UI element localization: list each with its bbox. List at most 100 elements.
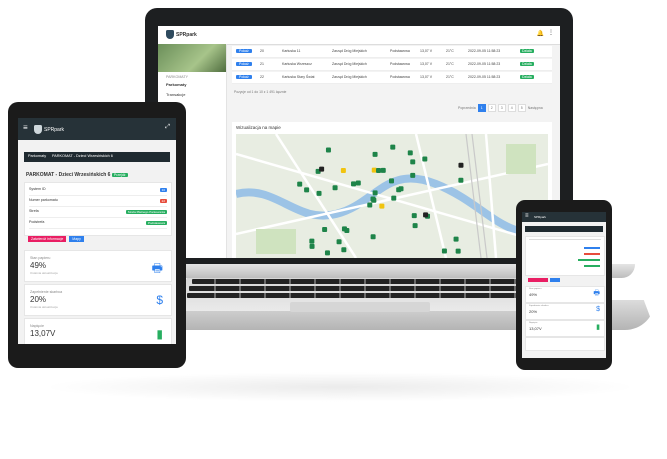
- field-row: Strefa Strefa Płatnego Parkowania: [29, 209, 167, 218]
- stat-card-vault: Zapełnienie skarbca 20% $: [525, 303, 605, 320]
- field-label: Numer parkomatu: [29, 198, 58, 202]
- map-marker[interactable]: [370, 234, 376, 240]
- cell-id: 22: [260, 75, 264, 79]
- battery-icon: ▮: [156, 327, 163, 341]
- map-marker[interactable]: [441, 248, 447, 254]
- field-value: 22: [159, 199, 167, 203]
- confirm-button[interactable]: [528, 278, 548, 282]
- stat-value: 13,07V: [529, 326, 542, 331]
- map-marker[interactable]: [309, 238, 315, 244]
- map-marker[interactable]: [367, 202, 373, 208]
- stat-label: Stan papieru: [30, 256, 51, 260]
- map-marker[interactable]: [379, 203, 385, 209]
- dollar-icon: $: [596, 306, 600, 313]
- stat-value: 49%: [529, 292, 538, 297]
- sidebar-section-label: PARKOMATY: [166, 75, 189, 79]
- map-marker[interactable]: [319, 166, 325, 172]
- map-marker[interactable]: [391, 195, 397, 201]
- map-view[interactable]: [236, 134, 548, 258]
- cell-date: 2022-09-05 11:58:23: [468, 75, 501, 79]
- map-marker[interactable]: [390, 144, 396, 150]
- field-value: Podstawowa: [145, 221, 167, 225]
- field-label: System ID: [29, 187, 46, 191]
- stat-card-empty: [525, 337, 605, 351]
- field-pill: [584, 253, 600, 255]
- map-marker[interactable]: [355, 180, 361, 186]
- table-row: Pokaż 20 Kartuska 11 Zarząd Dróg Miejski…: [232, 46, 552, 58]
- map-marker[interactable]: [316, 190, 322, 196]
- page-link[interactable]: 1: [477, 104, 486, 112]
- device-shadow: [40, 372, 640, 402]
- map-marker[interactable]: [422, 156, 428, 162]
- map-marker[interactable]: [411, 213, 417, 219]
- map-marker[interactable]: [351, 181, 357, 187]
- menu-icon[interactable]: ⋮: [548, 29, 554, 36]
- map-marker[interactable]: [336, 239, 342, 245]
- title-badge[interactable]: Przejdź: [111, 173, 128, 177]
- map-marker[interactable]: [309, 243, 315, 249]
- map-marker[interactable]: [458, 177, 464, 183]
- hamburger-icon[interactable]: ≡: [23, 123, 28, 132]
- page-link[interactable]: 4: [507, 104, 516, 112]
- map-marker[interactable]: [407, 150, 413, 156]
- cell-date: 2022-09-05 11:58:23: [468, 62, 501, 66]
- map-marker[interactable]: [423, 212, 429, 218]
- breadcrumb-item[interactable]: PARKOMAT - Dzieci Wrzesińskich 6: [52, 154, 113, 158]
- sidebar-item-parkomaty[interactable]: Parkomaty: [166, 82, 186, 87]
- map-marker[interactable]: [453, 236, 459, 242]
- map-marker[interactable]: [324, 250, 330, 256]
- page-link[interactable]: 3: [497, 104, 506, 112]
- map-marker[interactable]: [340, 168, 346, 174]
- prev-page-link[interactable]: Poprzednia: [458, 106, 476, 110]
- cell-status: Podstawowa: [390, 49, 410, 53]
- map-marker[interactable]: [371, 167, 377, 173]
- map-marker[interactable]: [322, 227, 328, 233]
- show-button[interactable]: Pokaż: [236, 62, 252, 66]
- map-marker[interactable]: [398, 186, 404, 192]
- page-link[interactable]: 5: [517, 104, 526, 112]
- breadcrumb-item[interactable]: Parkomaty: [28, 154, 46, 158]
- map-marker[interactable]: [325, 147, 331, 153]
- map-marker[interactable]: [341, 247, 347, 253]
- confirm-button[interactable]: Zatwierdź informacje: [28, 236, 67, 242]
- map-marker[interactable]: [370, 196, 376, 202]
- map-marker[interactable]: [458, 162, 464, 168]
- shield-icon: [166, 30, 174, 39]
- show-button[interactable]: Pokaż: [236, 49, 252, 53]
- field-value: Strefa Płatnego Parkowania: [125, 210, 167, 214]
- map-marker[interactable]: [455, 248, 461, 254]
- map-button[interactable]: [550, 278, 560, 282]
- map-marker[interactable]: [376, 167, 382, 173]
- map-marker[interactable]: [332, 185, 338, 191]
- map-marker[interactable]: [412, 223, 418, 229]
- map-marker[interactable]: [372, 151, 378, 157]
- map-marker[interactable]: [388, 178, 394, 184]
- sidebar-item-transakcje[interactable]: Transakcje: [166, 92, 185, 97]
- field-row: Numer parkomatu 22: [29, 198, 167, 207]
- app-logo[interactable]: SPRpark: [34, 125, 64, 134]
- field-pill: [578, 259, 600, 261]
- app-logo[interactable]: SPRpark: [166, 30, 197, 39]
- page-link[interactable]: 2: [487, 104, 496, 112]
- next-page-link[interactable]: Następna: [528, 106, 543, 110]
- expand-icon[interactable]: ⤢: [165, 124, 170, 131]
- map-marker[interactable]: [304, 187, 310, 193]
- map-marker[interactable]: [410, 159, 416, 165]
- map-marker[interactable]: [372, 190, 378, 196]
- dollar-icon: $: [156, 293, 163, 307]
- cell-temp: 21°C: [446, 62, 454, 66]
- stat-card-voltage: Napięcie 13,07V ▮: [24, 318, 172, 344]
- cell-status: Podstawowa: [390, 62, 410, 66]
- hamburger-icon[interactable]: ≡: [525, 213, 529, 219]
- app-logo[interactable]: SPRpark: [534, 215, 546, 219]
- laptop-topbar: SPRpark 🔔 ⋮: [158, 26, 560, 45]
- cell-temp: 21°C: [446, 49, 454, 53]
- map-marker[interactable]: [341, 226, 347, 232]
- map-marker[interactable]: [380, 167, 386, 173]
- map-marker[interactable]: [297, 181, 303, 187]
- bell-icon[interactable]: 🔔: [537, 30, 544, 37]
- map-marker[interactable]: [410, 172, 416, 178]
- show-button[interactable]: Pokaż: [236, 75, 252, 79]
- map-button[interactable]: Mapy: [69, 236, 84, 242]
- stat-sub: Ostatnia aktualizacja: [30, 305, 58, 309]
